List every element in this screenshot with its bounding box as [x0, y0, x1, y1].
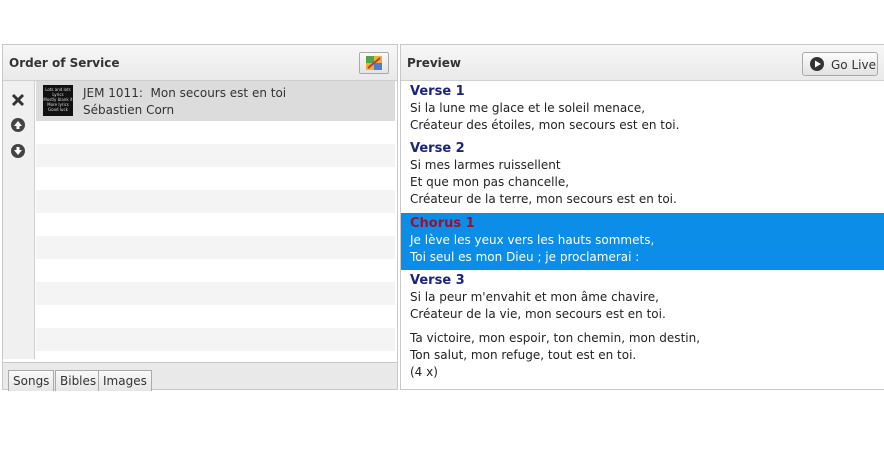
- empty-row: [36, 282, 395, 305]
- library-tabs: Songs Bibles Images: [2, 362, 398, 391]
- preview-panel-header: Preview Go Live: [401, 45, 884, 81]
- verse-block[interactable]: Verse 2 Si mes larmes ruissellent Et que…: [401, 140, 884, 212]
- empty-row: [36, 305, 395, 328]
- order-panel-header: Order of Service: [3, 45, 397, 81]
- play-icon: [810, 57, 824, 71]
- order-item-author: Sébastien Corn: [83, 103, 175, 117]
- empty-row: [36, 213, 395, 236]
- order-list[interactable]: Lots and lots Lyrics Mostly blank it More l…: [36, 81, 395, 359]
- tab-songs[interactable]: Songs: [8, 370, 55, 391]
- empty-row: [36, 236, 395, 259]
- preview-verses[interactable]: Verse 1 Si la lune me glace et le soleil…: [401, 81, 884, 389]
- verse-line: Ton salut, mon refuge, tout est en toi.: [410, 348, 637, 362]
- preview-panel: Preview Go Live Verse 1 Si la lune me gl…: [400, 44, 884, 390]
- empty-row: [36, 167, 395, 190]
- move-down-icon[interactable]: [11, 144, 25, 158]
- verse-line: Et que mon pas chancelle,: [410, 175, 570, 189]
- move-up-icon[interactable]: [11, 118, 25, 132]
- verse-line: Créateur de la terre, mon secours est en…: [410, 192, 677, 206]
- verse-line: Ta victoire, mon espoir, ton chemin, mon…: [410, 331, 701, 345]
- verse-line: Toi seul es mon Dieu ; je proclamerai :: [410, 250, 640, 264]
- verse-line: Je lève les yeux vers les hauts sommets,: [410, 233, 655, 247]
- verse-label: Chorus 1: [410, 216, 475, 231]
- verse-block[interactable]: Verse 1 Si la lune me glace et le soleil…: [401, 83, 884, 138]
- verse-label: Verse 1: [410, 84, 465, 99]
- verse-block[interactable]: Verse 3 Si la peur m'envahit et mon âme …: [401, 272, 884, 326]
- verse-block[interactable]: Ta victoire, mon espoir, ton chemin, mon…: [401, 330, 884, 386]
- verse-line: Créateur de la vie, mon secours est en t…: [410, 307, 666, 321]
- verse-label: Verse 2: [410, 141, 465, 156]
- verse-line: Si mes larmes ruissellent: [410, 158, 561, 172]
- verse-block-selected[interactable]: Chorus 1 Je lève les yeux vers les hauts…: [401, 213, 884, 270]
- verse-line: Si la lune me glace et le soleil menace,: [410, 101, 646, 115]
- preview-panel-title: Preview: [407, 56, 462, 70]
- order-toolbar: [3, 81, 35, 359]
- order-of-service-panel: Order of Service Lots and lots Lyrics Mo…: [2, 44, 398, 390]
- theme-button[interactable]: [359, 52, 389, 74]
- empty-row: [36, 259, 395, 282]
- remove-icon[interactable]: [11, 93, 25, 107]
- verse-line: (4 x): [410, 365, 438, 379]
- verse-label: Verse 3: [410, 273, 465, 288]
- order-panel-title: Order of Service: [9, 56, 120, 70]
- go-live-button[interactable]: Go Live: [802, 52, 878, 76]
- tab-images[interactable]: Images: [98, 370, 152, 391]
- empty-row: [36, 144, 395, 167]
- song-thumbnail: Lots and lots Lyrics Mostly blank it More l…: [43, 85, 73, 116]
- tab-bibles[interactable]: Bibles: [55, 370, 102, 391]
- verse-line: Créateur des étoiles, mon secours est en…: [410, 118, 680, 132]
- palette-icon: [366, 56, 382, 70]
- empty-row: [36, 328, 395, 351]
- empty-row: [36, 190, 395, 213]
- verse-line: Si la peur m'envahit et mon âme chavire,: [410, 290, 659, 304]
- order-item-title: JEM 1011: Mon secours est en toi: [83, 86, 287, 100]
- order-list-item[interactable]: Lots and lots Lyrics Mostly blank it More l…: [36, 81, 395, 121]
- go-live-label: Go Live: [831, 58, 876, 72]
- empty-row: [36, 121, 395, 144]
